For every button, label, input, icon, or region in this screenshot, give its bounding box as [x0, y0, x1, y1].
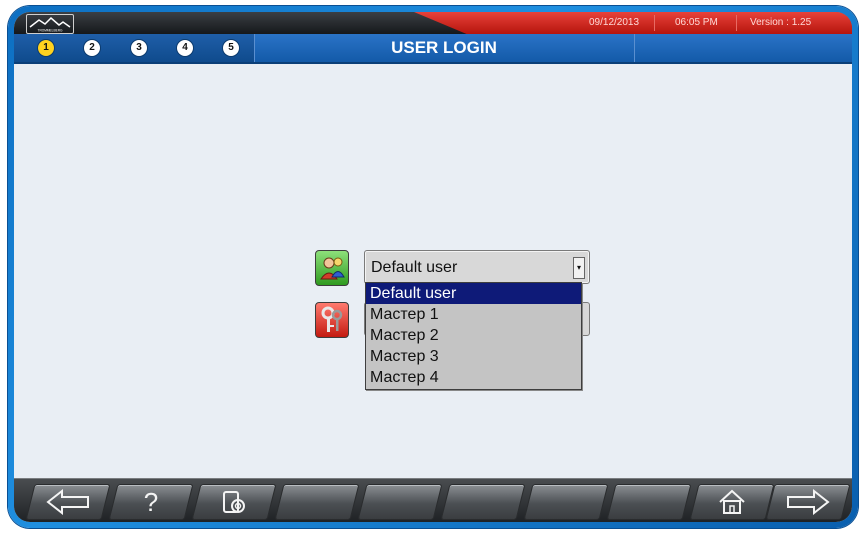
user-select-value: Default user — [371, 259, 458, 276]
password-button[interactable] — [315, 302, 349, 338]
camera-icon — [223, 491, 245, 513]
user-option[interactable]: Мастер 1 — [366, 304, 581, 325]
user-option[interactable]: Мастер 2 — [366, 325, 581, 346]
back-button[interactable] — [25, 484, 111, 520]
arrow-right-icon — [787, 489, 830, 515]
camera-button[interactable] — [191, 484, 277, 520]
toolbar-slot-4[interactable] — [274, 484, 360, 520]
toolbar-slot-6[interactable] — [440, 484, 526, 520]
step-3[interactable]: 3 — [131, 40, 147, 56]
svg-text:TROMMELBERG: TROMMELBERG — [38, 29, 63, 33]
screen: TROMMELBERG 09/12/2013 06:05 PM Version … — [14, 12, 852, 522]
help-button[interactable]: ? — [108, 484, 194, 520]
step-1[interactable]: 1 — [38, 40, 54, 56]
next-button[interactable] — [765, 484, 851, 520]
toolbar-slot-5[interactable] — [357, 484, 443, 520]
page-title: USER LOGIN — [254, 34, 635, 62]
step-indicator: 1 2 3 4 5 — [14, 34, 255, 62]
status-bar: TROMMELBERG 09/12/2013 06:05 PM Version … — [14, 12, 852, 34]
brand-logo: TROMMELBERG — [26, 14, 74, 34]
help-icon: ? — [143, 486, 159, 517]
title-bar: 1 2 3 4 5 USER LOGIN — [14, 34, 852, 64]
device-frame: TROMMELBERG 09/12/2013 06:05 PM Version … — [8, 6, 858, 528]
toolbar-slot-8[interactable] — [606, 484, 692, 520]
user-option[interactable]: Мастер 3 — [366, 346, 581, 367]
time-display: 06:05 PM — [675, 17, 718, 28]
user-option[interactable]: Мастер 4 — [366, 367, 581, 388]
user-select[interactable]: Default user ▾ — [364, 250, 590, 284]
step-5[interactable]: 5 — [223, 40, 239, 56]
step-4[interactable]: 4 — [177, 40, 193, 56]
date-display: 09/12/2013 — [589, 17, 640, 28]
dropdown-arrow-icon[interactable]: ▾ — [573, 257, 585, 279]
home-button[interactable] — [689, 484, 775, 520]
user-button[interactable] — [315, 250, 349, 286]
users-icon — [320, 257, 345, 280]
arrow-left-icon — [46, 489, 89, 515]
step-2[interactable]: 2 — [84, 40, 100, 56]
home-icon — [719, 489, 745, 514]
divider — [654, 15, 655, 31]
user-option[interactable]: Default user — [366, 283, 581, 304]
toolbar-slot-7[interactable] — [523, 484, 609, 520]
divider — [736, 15, 737, 31]
keys-icon — [321, 306, 343, 332]
version-display: Version : 1.25 — [750, 17, 812, 28]
user-dropdown-list: Default user Мастер 1 Мастер 2 Мастер 3 … — [365, 282, 582, 390]
bottom-toolbar: ? — [14, 478, 852, 522]
